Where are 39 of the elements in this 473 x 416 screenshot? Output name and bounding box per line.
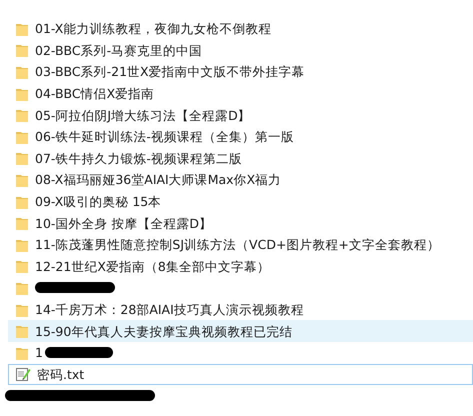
file-name: 10-国外全身 按摩【全程露D】 [35, 216, 212, 231]
file-name: 1 [35, 345, 43, 360]
file-list-item[interactable]: 05-阿拉伯阴J增大练习法【全程露D】 [8, 104, 473, 126]
file-name: 03-BBC系列-21世X爱指南中文版不带外挂字幕 [35, 64, 305, 80]
file-list-item[interactable]: 14-千房万术：28部AIAI技巧真人演示视频教程 [8, 298, 473, 320]
file-list-item[interactable]: 密码.txt [8, 364, 473, 386]
file-name: 14-千房万术：28部AIAI技巧真人演示视频教程 [35, 302, 304, 318]
file-name: 09-X吸引的奥秘 15本 [35, 194, 162, 210]
file-list-item[interactable]: 03-BBC系列-21世X爱指南中文版不带外挂字幕 [8, 61, 473, 83]
file-name: 15-90年代真人夫妻按摩宝典视频教程已完结 [35, 324, 292, 339]
file-list-item[interactable]: 11-陈茂蓬男性随意控制SJ训练方法（VCD+图片教程+文字全套教程） [8, 234, 473, 256]
folder-icon [15, 107, 29, 124]
file-name: 密码.txt [37, 366, 84, 382]
folder-icon [15, 150, 29, 166]
file-list-item[interactable]: 02-BBC系列-马赛克里的中国 [8, 40, 473, 62]
file-name: 06-铁牛延时训练法-视频课程（全集）第一版 [35, 129, 294, 144]
file-list-item[interactable]: 04-BBC情侣X爱指南 [8, 82, 473, 104]
file-list-item[interactable]: 06-铁牛延时训练法-视频课程（全集）第一版 [8, 126, 473, 148]
file-list-item[interactable]: 15-90年代真人夫妻按摩宝典视频教程已完结 [8, 320, 473, 342]
file-name: 02-BBC系列-马赛克里的中国 [35, 42, 202, 58]
text-file-icon [15, 366, 31, 382]
file-list-item[interactable]: 10-国外全身 按摩【全程露D】 [8, 212, 473, 234]
file-list-item[interactable]: 1 [8, 342, 473, 364]
folder-icon [15, 258, 29, 274]
folder-icon [15, 323, 29, 340]
file-name: 01-X能力训练教程，夜御九女枪不倒教程 [35, 21, 272, 36]
file-name: 04-BBC情侣X爱指南 [35, 86, 154, 102]
file-list-item[interactable]: 08-X福玛丽娅36堂AIAI大师课Max你X福力 [8, 169, 473, 191]
file-list-item[interactable]: 07-铁牛持久力锻炼-视频课程第二版 [8, 148, 473, 170]
file-name: 05-阿拉伯阴J增大练习法【全程露D】 [35, 108, 251, 123]
file-name: 08-X福玛丽娅36堂AIAI大师课Max你X福力 [35, 172, 282, 188]
file-list-item[interactable]: 01-X能力训练教程，夜御九女枪不倒教程 [8, 18, 473, 40]
file-list-item[interactable]: 09-X吸引的奥秘 15本 [8, 190, 473, 212]
file-name: 07-铁牛持久力锻炼-视频课程第二版 [35, 150, 242, 166]
folder-icon [15, 215, 29, 232]
file-list-item[interactable]: 12-21世纪X爱指南（8集全部中文字幕） [8, 256, 473, 278]
file-name: 12-21世纪X爱指南（8集全部中文字幕） [35, 258, 270, 274]
folder-icon [15, 42, 29, 58]
file-name: 11-陈茂蓬男性随意控制SJ训练方法（VCD+图片教程+文字全套教程） [35, 237, 440, 252]
